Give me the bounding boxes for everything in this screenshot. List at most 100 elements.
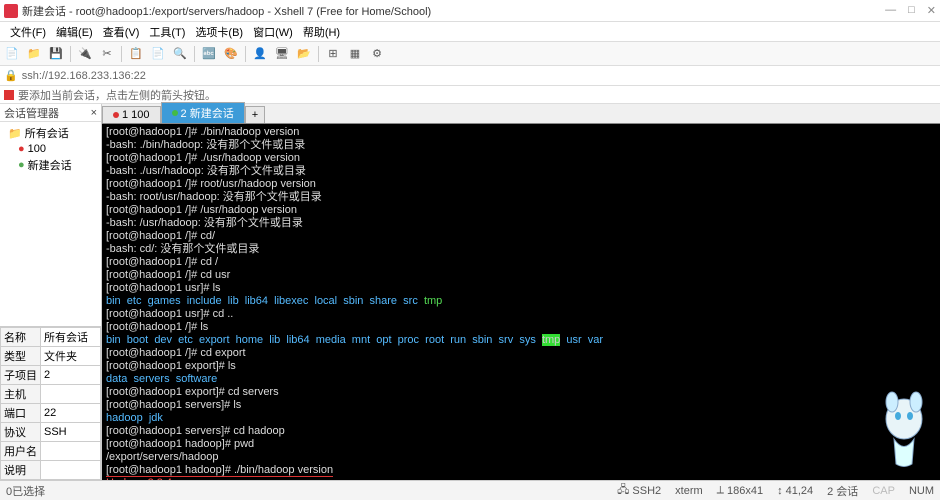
prop-val: 所有会话 [41, 328, 101, 347]
status-num: NUM [909, 485, 934, 497]
status-cap: CAP [872, 485, 895, 497]
prop-key: 说明 [1, 461, 41, 480]
sidebar: 会话管理器 × 📁所有会话 ●100 ●新建会话 名称所有会话 类型文件夹 子项… [0, 104, 102, 480]
grid-icon[interactable]: ⊞ [325, 46, 341, 62]
prop-val: SSH [41, 423, 101, 442]
tree-item[interactable]: ●100 [0, 142, 101, 156]
disconnect-icon[interactable]: ✂ [99, 46, 115, 62]
paste-icon[interactable]: 📄 [150, 46, 166, 62]
address-url[interactable]: ssh://192.168.233.136:22 [22, 70, 146, 82]
folder-icon: 📁 [8, 127, 22, 140]
status-selected: 0已选择 [6, 483, 45, 499]
tab-label: 2 新建会话 [181, 105, 234, 121]
hint-text: 要添加当前会话，点击左侧的箭头按钮。 [18, 87, 216, 103]
tree-label: 100 [28, 143, 46, 155]
prop-key: 子项目 [1, 366, 41, 385]
app-icon [4, 4, 18, 18]
properties-panel: 名称所有会话 类型文件夹 子项目2 主机 端口22 协议SSH 用户名 说明 [0, 326, 101, 480]
prop-val: 文件夹 [41, 347, 101, 366]
prop-val: 22 [41, 404, 101, 423]
prop-row: 端口22 [1, 404, 101, 423]
menu-view[interactable]: 查看(V) [99, 22, 144, 42]
tab-label: 1 100 [122, 109, 150, 121]
tab-1[interactable]: 1 100 [102, 106, 161, 123]
prop-key: 名称 [1, 328, 41, 347]
menu-tools[interactable]: 工具(T) [145, 22, 189, 42]
separator [318, 46, 319, 62]
menu-bar: 文件(F) 编辑(E) 查看(V) 工具(T) 选项卡(B) 窗口(W) 帮助(… [0, 22, 940, 42]
prop-row: 用户名 [1, 442, 101, 461]
save-icon[interactable]: 💾 [48, 46, 64, 62]
settings-icon[interactable]: ⚙ [369, 46, 385, 62]
open-icon[interactable]: 📁 [26, 46, 42, 62]
prop-row: 子项目2 [1, 366, 101, 385]
terminal-wrap: 1 100 2 新建会话 + [root@hadoop1 /]# ./bin/h… [102, 104, 940, 480]
prop-val [41, 385, 101, 404]
toolbar: 📄 📁 💾 🔌 ✂ 📋 📄 🔍 🔤 🎨 👤 🖥 📂 ⊞ ▦ ⚙ [0, 42, 940, 66]
sidebar-title: 会话管理器 [4, 105, 59, 121]
title-bar: 新建会话 - root@hadoop1:/export/servers/hado… [0, 0, 940, 22]
main-area: 会话管理器 × 📁所有会话 ●100 ●新建会话 名称所有会话 类型文件夹 子项… [0, 104, 940, 480]
prop-val [41, 461, 101, 480]
prop-val [41, 442, 101, 461]
color-icon[interactable]: 🎨 [223, 46, 239, 62]
prop-row: 类型文件夹 [1, 347, 101, 366]
tree-label: 所有会话 [25, 125, 69, 141]
tab-add-button[interactable]: + [245, 106, 265, 123]
menu-edit[interactable]: 编辑(E) [52, 22, 97, 42]
copy-icon[interactable]: 📋 [128, 46, 144, 62]
terminal[interactable]: [root@hadoop1 /]# ./bin/hadoop version -… [102, 124, 940, 480]
status-dot-icon [172, 110, 178, 116]
prop-row: 主机 [1, 385, 101, 404]
search-icon[interactable]: 🔍 [172, 46, 188, 62]
window-title: 新建会话 - root@hadoop1:/export/servers/hado… [22, 3, 885, 19]
prop-key: 端口 [1, 404, 41, 423]
prop-val: 2 [41, 366, 101, 385]
plus-icon: + [252, 109, 258, 121]
prop-row: 名称所有会话 [1, 328, 101, 347]
hint-icon [4, 90, 14, 100]
menu-window[interactable]: 窗口(W) [249, 22, 297, 42]
status-size: ⟂ 186x41 [717, 484, 763, 497]
sidebar-close-icon[interactable]: × [91, 107, 97, 119]
session-tree: 📁所有会话 ●100 ●新建会话 [0, 122, 101, 326]
separator [194, 46, 195, 62]
separator [121, 46, 122, 62]
prop-row: 说明 [1, 461, 101, 480]
prop-key: 用户名 [1, 442, 41, 461]
separator [245, 46, 246, 62]
tree-label: 新建会话 [28, 157, 72, 173]
prop-key: 类型 [1, 347, 41, 366]
session-icon: ● [18, 159, 25, 171]
tile-icon[interactable]: ▦ [347, 46, 363, 62]
connect-icon[interactable]: 🔌 [77, 46, 93, 62]
menu-help[interactable]: 帮助(H) [299, 22, 344, 42]
menu-file[interactable]: 文件(F) [6, 22, 50, 42]
tree-item[interactable]: ●新建会话 [0, 156, 101, 174]
screen-icon[interactable]: 🖥 [274, 46, 290, 62]
address-bar: 🔒 ssh://192.168.233.136:22 [0, 66, 940, 86]
status-term-type: xterm [675, 485, 703, 497]
new-icon[interactable]: 📄 [4, 46, 20, 62]
prop-key: 协议 [1, 423, 41, 442]
tab-2[interactable]: 2 新建会话 [161, 102, 245, 123]
status-bar: 0已选择 🖧 SSH2 xterm ⟂ 186x41 ↕ 41,24 2 会话 … [0, 480, 940, 500]
status-ssh: 🖧 SSH2 [617, 481, 661, 500]
user-icon[interactable]: 👤 [252, 46, 268, 62]
tree-root[interactable]: 📁所有会话 [0, 124, 101, 142]
maximize-button[interactable]: □ [908, 4, 915, 17]
folder-icon[interactable]: 📂 [296, 46, 312, 62]
properties-table: 名称所有会话 类型文件夹 子项目2 主机 端口22 协议SSH 用户名 说明 [0, 327, 101, 480]
hint-bar: 要添加当前会话，点击左侧的箭头按钮。 [0, 86, 940, 104]
minimize-button[interactable]: — [885, 4, 896, 17]
lock-icon: 🔒 [4, 69, 18, 82]
close-button[interactable]: ✕ [927, 4, 936, 17]
menu-tab[interactable]: 选项卡(B) [191, 22, 247, 42]
status-dot-icon [113, 112, 119, 118]
separator [70, 46, 71, 62]
terminal-tabs: 1 100 2 新建会话 + [102, 104, 940, 124]
status-sessions: 2 会话 [827, 483, 858, 499]
sidebar-header: 会话管理器 × [0, 104, 101, 122]
prop-row: 协议SSH [1, 423, 101, 442]
font-icon[interactable]: 🔤 [201, 46, 217, 62]
